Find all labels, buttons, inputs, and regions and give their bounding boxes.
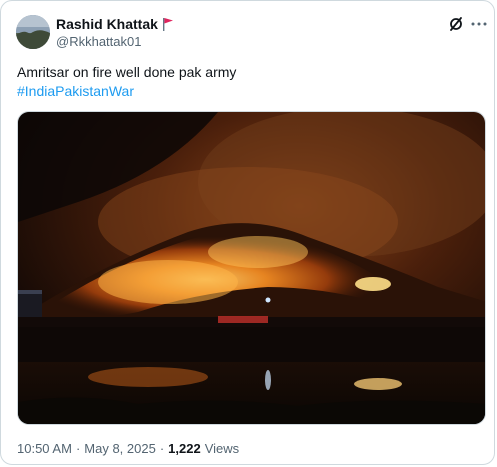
tweet-body-text: Amritsar on fire well done pak army — [17, 64, 237, 80]
more-icon[interactable] — [470, 15, 488, 33]
avatar[interactable] — [16, 15, 50, 49]
tweet-text-block: Amritsar on fire well done pak army #Ind… — [17, 63, 482, 101]
views-label: Views — [204, 441, 240, 456]
meta-separator: · — [75, 441, 81, 456]
tweet-meta: 10:50 AM · May 8, 2025 · 1,222 Views — [17, 441, 239, 456]
red-flag-icon — [162, 17, 173, 31]
author-handle[interactable]: @Rkkhattak01 — [56, 34, 141, 49]
tweet-card: Rashid Khattak @Rkkhattak01 Amritsar on … — [0, 0, 495, 465]
hashtag-link[interactable]: #IndiaPakistanWar — [17, 82, 482, 101]
author-name-row: Rashid Khattak — [56, 15, 173, 33]
tweet-photo[interactable] — [17, 111, 486, 425]
grok-icon[interactable] — [447, 15, 465, 33]
author-display-name[interactable]: Rashid Khattak — [56, 16, 158, 32]
tweet-date[interactable]: May 8, 2025 — [84, 441, 156, 456]
tweet-time[interactable]: 10:50 AM — [17, 441, 72, 456]
meta-separator-2: · — [159, 441, 165, 456]
views-count: 1,222 — [168, 441, 201, 456]
